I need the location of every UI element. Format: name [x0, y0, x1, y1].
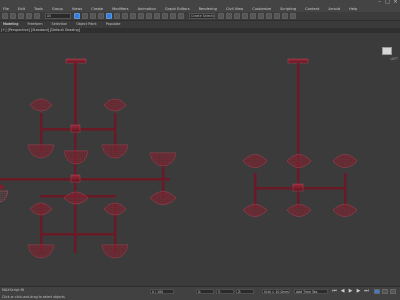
go-to-end-icon[interactable]: ⏭: [364, 289, 369, 294]
lamp-shade: [332, 154, 358, 168]
title-bar: – □ ×: [0, 0, 400, 7]
scene-explorer-icon[interactable]: [234, 13, 240, 19]
render-setup-icon[interactable]: [274, 13, 280, 19]
mirror-icon[interactable]: [218, 13, 224, 19]
snaps-toggle-icon[interactable]: [154, 13, 160, 19]
lamp-bowl: [0, 190, 9, 203]
undo-icon[interactable]: [2, 13, 8, 19]
ribbon-tabs: Modeling Freeform Selection Object Paint…: [0, 21, 400, 28]
play-icon[interactable]: ▶: [348, 289, 353, 294]
hub: [292, 183, 304, 192]
select-and-scale-icon[interactable]: [122, 13, 128, 19]
link-icon[interactable]: [18, 13, 24, 19]
curve-editor-icon[interactable]: [250, 13, 256, 19]
layer-explorer-icon[interactable]: [242, 13, 248, 19]
select-by-name-icon[interactable]: [82, 13, 88, 19]
material-editor-icon[interactable]: [266, 13, 272, 19]
previous-frame-icon[interactable]: ◀: [340, 289, 345, 294]
coord-z-field[interactable]: Z:: [236, 289, 254, 294]
percent-snap-icon[interactable]: [170, 13, 176, 19]
arm-bar: [254, 173, 257, 208]
named-selection-sets-dropdown[interactable]: Create Selection Se: [189, 13, 215, 19]
perspective-viewport[interactable]: LEFT: [0, 33, 400, 286]
maxscript-listener[interactable]: MAXScript Mi: [2, 288, 24, 292]
select-and-rotate-icon[interactable]: [114, 13, 120, 19]
rendered-frame-window-icon[interactable]: [282, 13, 288, 19]
minimize-icon[interactable]: –: [377, 0, 382, 5]
arm-bar: [0, 178, 170, 181]
lamp-shade: [63, 191, 89, 205]
arm-bar: [40, 233, 116, 236]
hub: [70, 174, 81, 183]
ceiling-canopy: [65, 58, 87, 64]
maximize-icon[interactable]: □: [385, 0, 390, 5]
select-and-place-icon[interactable]: [130, 13, 136, 19]
main-stem: [74, 63, 77, 133]
lamp-shade: [103, 202, 127, 216]
lamp-shade: [29, 98, 53, 112]
pivot-center-icon[interactable]: [146, 13, 152, 19]
lamp-bowl: [149, 152, 177, 167]
lamp-shade: [149, 191, 177, 205]
set-key-button[interactable]: [382, 289, 388, 294]
viewcube[interactable]: [382, 47, 392, 55]
status-bar: MAXScript Mi 0 / 100 X: Y: Z: Grid = 10,…: [0, 286, 400, 300]
tab-selection[interactable]: Selection: [52, 21, 68, 28]
bind-space-warp-icon[interactable]: [34, 13, 40, 19]
reference-coordinate-icon[interactable]: [138, 13, 144, 19]
ceiling-canopy: [287, 58, 309, 64]
rectangular-selection-icon[interactable]: [90, 13, 96, 19]
arm-bar: [344, 173, 347, 208]
spinner-snap-icon[interactable]: [178, 13, 184, 19]
coord-y-field[interactable]: Y:: [216, 289, 234, 294]
lamp-shade: [286, 204, 312, 217]
tab-object-paint[interactable]: Object Paint: [76, 21, 97, 28]
lamp-shade: [29, 202, 53, 216]
lamp-shade: [242, 204, 268, 217]
lamp-bowl: [27, 244, 55, 259]
align-icon[interactable]: [226, 13, 232, 19]
coord-x-field[interactable]: X:: [196, 289, 214, 294]
select-object-icon[interactable]: [74, 13, 80, 19]
close-icon[interactable]: ×: [393, 0, 398, 5]
lamp-bowl: [101, 144, 129, 159]
render-production-icon[interactable]: [290, 13, 296, 19]
grid-size: Grid = 10,0mm: [262, 289, 290, 294]
lamp-bowl: [63, 150, 89, 165]
tab-populate[interactable]: Populate: [106, 21, 121, 28]
tab-freeform[interactable]: Freeform: [27, 21, 42, 28]
window-crossing-icon[interactable]: [98, 13, 104, 19]
zoom-extents-icon[interactable]: [390, 289, 396, 294]
lamp-bowl: [101, 244, 129, 259]
angle-snap-icon[interactable]: [162, 13, 168, 19]
main-toolbar: All Create Selection Se: [0, 12, 400, 21]
scene-canvas[interactable]: [0, 33, 400, 286]
add-time-tag[interactable]: Add Time Tag: [294, 289, 328, 294]
go-to-start-icon[interactable]: ⏮: [332, 289, 337, 294]
auto-key-button[interactable]: [374, 289, 380, 294]
select-and-move-icon[interactable]: [106, 13, 112, 19]
unlink-icon[interactable]: [26, 13, 32, 19]
hub: [70, 124, 81, 133]
schematic-view-icon[interactable]: [258, 13, 264, 19]
selection-filter-dropdown[interactable]: All: [45, 13, 71, 19]
lamp-shade: [242, 154, 268, 168]
cut-off-shade: [0, 185, 4, 189]
frame-counter[interactable]: 0 / 100: [150, 289, 174, 294]
chandelier-right[interactable]: [242, 58, 358, 217]
chandelier-left[interactable]: [0, 58, 177, 259]
status-prompt: Click or click-and-drag to select object…: [2, 295, 65, 299]
lamp-shade: [286, 154, 312, 168]
next-frame-icon[interactable]: ▶: [356, 289, 361, 294]
tab-modeling[interactable]: Modeling: [3, 21, 18, 28]
redo-icon[interactable]: [10, 13, 16, 19]
viewcube-label: LEFT: [390, 57, 398, 61]
lamp-shade: [332, 204, 358, 217]
lamp-bowl: [27, 144, 55, 159]
lamp-shade: [103, 98, 127, 112]
window-controls: – □ ×: [377, 0, 398, 5]
